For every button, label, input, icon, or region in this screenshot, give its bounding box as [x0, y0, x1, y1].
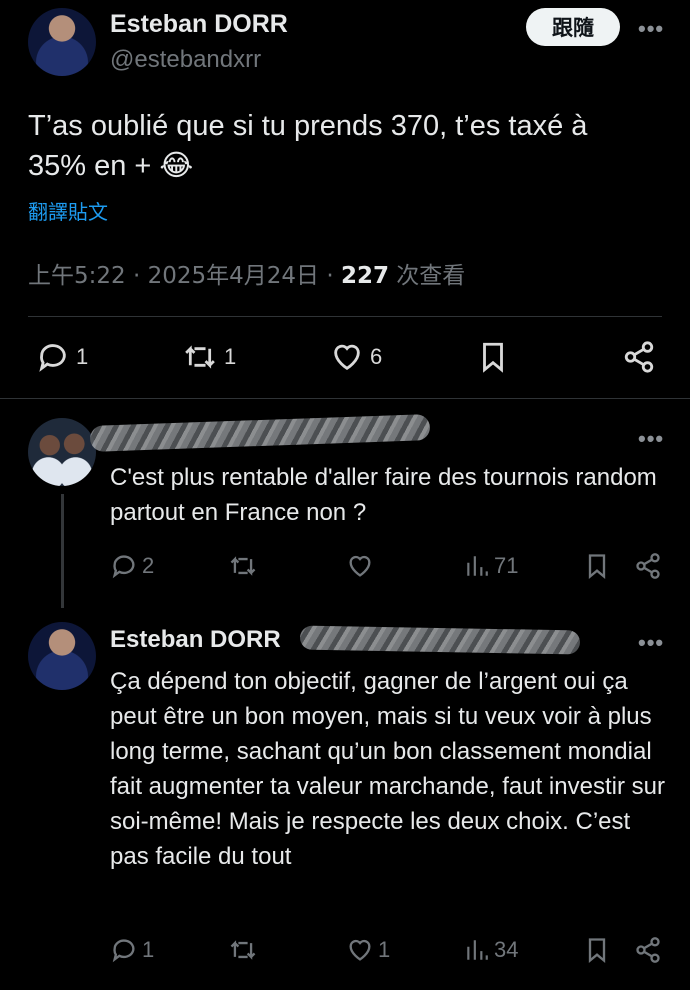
- separator-dot: ·: [326, 263, 334, 289]
- tears-of-joy-emoji: 😂: [159, 150, 194, 182]
- like-count: 6: [370, 344, 383, 369]
- share-icon: [636, 937, 660, 963]
- like-count: 1: [378, 937, 391, 962]
- share-button[interactable]: [622, 340, 656, 374]
- share-icon: [624, 341, 654, 373]
- reply-text: Ça dépend ton objectif, gagner de l’arge…: [110, 668, 665, 870]
- reply-button[interactable]: 1: [36, 340, 88, 374]
- bookmark-button[interactable]: [584, 552, 610, 580]
- heart-icon: [334, 344, 360, 371]
- bookmark-button[interactable]: [478, 340, 508, 374]
- reply-button[interactable]: 1: [110, 936, 154, 964]
- views-chart-icon: [467, 556, 488, 576]
- share-icon: [636, 553, 660, 579]
- share-button[interactable]: [634, 936, 662, 964]
- redacted-author-name: [89, 414, 431, 452]
- reply-button[interactable]: 2: [110, 552, 154, 580]
- author-avatar[interactable]: [28, 8, 96, 76]
- divider: [28, 316, 662, 317]
- more-options-icon[interactable]: •••: [638, 630, 664, 656]
- share-button[interactable]: [634, 552, 662, 580]
- bookmark-button[interactable]: [584, 936, 610, 964]
- reply-count: 1: [76, 344, 89, 369]
- tweet-date[interactable]: 2025年4月24日: [148, 263, 319, 289]
- author-name[interactable]: Esteban DORR: [110, 10, 288, 39]
- retweet-icon: [185, 345, 215, 369]
- bookmark-icon: [483, 342, 503, 373]
- view-count: 71: [494, 553, 519, 578]
- views-count: 227: [340, 263, 389, 289]
- retweet-icon: [230, 556, 256, 576]
- views-button[interactable]: 71: [464, 552, 518, 580]
- like-button[interactable]: [346, 552, 374, 580]
- reply-author-avatar[interactable]: [28, 622, 96, 690]
- reply-icon: [39, 344, 66, 372]
- retweet-count: 1: [224, 344, 237, 369]
- view-count: 34: [494, 937, 519, 962]
- retweet-icon: [230, 940, 256, 960]
- views-button[interactable]: 34: [464, 936, 518, 964]
- like-button[interactable]: 6: [330, 340, 382, 374]
- tweet-time[interactable]: 上午5:22: [28, 263, 126, 289]
- bookmark-icon: [588, 554, 606, 579]
- redacted-author-handle: [299, 625, 581, 655]
- thread-line: [61, 494, 64, 608]
- more-options-icon[interactable]: •••: [638, 16, 664, 42]
- views-chart-icon: [467, 940, 488, 960]
- author-handle[interactable]: @estebandxrr: [110, 46, 261, 74]
- reply-author-name[interactable]: Esteban DORR: [110, 626, 281, 654]
- reply-count: 1: [142, 937, 155, 962]
- like-button[interactable]: 1: [346, 936, 390, 964]
- retweet-button[interactable]: [228, 552, 258, 580]
- tweet-metadata: 上午5:22 · 2025年4月24日 · 227 次查看: [28, 256, 465, 290]
- reply-author-avatar[interactable]: [28, 418, 96, 486]
- reply-text: C'est plus rentable d'aller faire des to…: [110, 464, 657, 526]
- heart-icon: [349, 939, 371, 961]
- follow-button[interactable]: 跟隨: [526, 8, 620, 46]
- tweet-text: T’as oublié que si tu prends 370, t’es t…: [28, 106, 648, 186]
- retweet-button[interactable]: [228, 936, 258, 964]
- tweet-text-content: T’as oublié que si tu prends 370, t’es t…: [28, 110, 588, 182]
- heart-icon: [349, 555, 371, 577]
- views-label: 次查看: [396, 263, 466, 289]
- reply-icon: [112, 939, 135, 963]
- divider: [0, 398, 690, 399]
- translate-link[interactable]: 翻譯貼文: [28, 196, 108, 225]
- more-options-icon[interactable]: •••: [638, 426, 664, 452]
- bookmark-icon: [588, 938, 606, 963]
- reply-icon: [112, 555, 135, 579]
- reply-count: 2: [142, 553, 155, 578]
- separator-dot: ·: [132, 263, 141, 289]
- retweet-button[interactable]: 1: [182, 340, 236, 374]
